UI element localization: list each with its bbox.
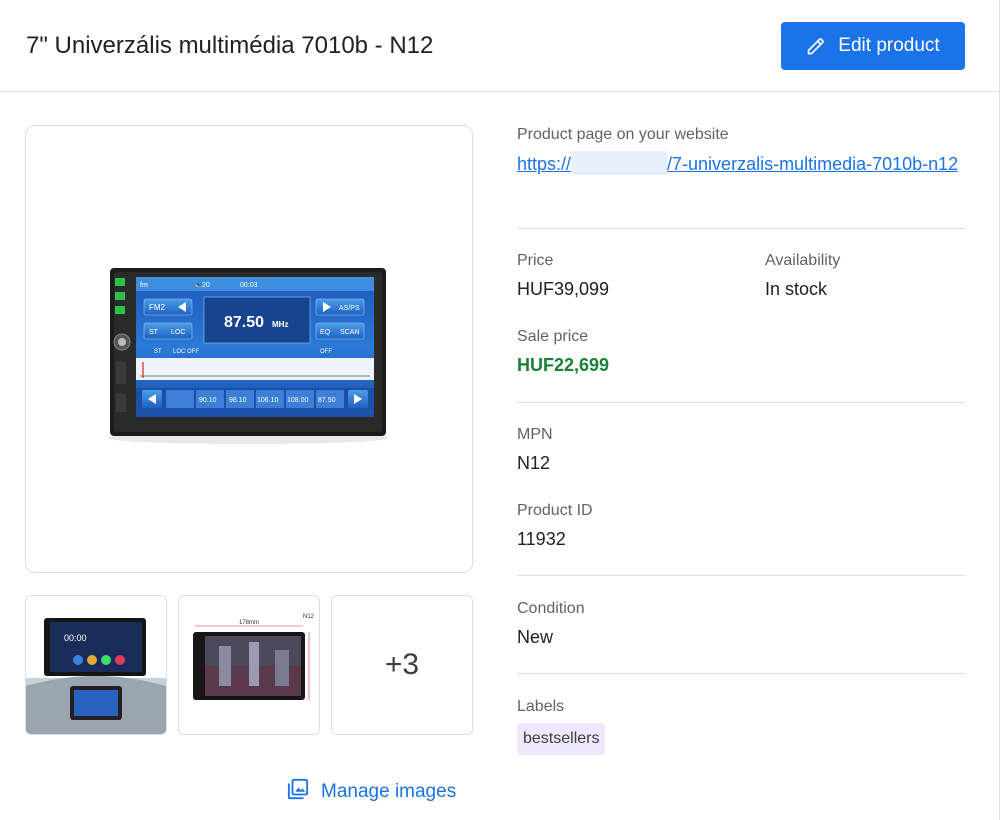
header: 7" Univerzális multimédia 7010b - N12 Ed… <box>0 0 999 92</box>
product-page-link[interactable]: https:// /7-univerzalis-multimedia-7010b-… <box>517 151 965 178</box>
svg-text:ST: ST <box>154 349 162 355</box>
price-value: HUF39,099 <box>517 279 610 299</box>
identifiers-section: MPN N12 Product ID 11932 <box>517 425 593 551</box>
device-band: FM2 <box>149 303 166 312</box>
product-details: Product page on your website https:// /7-… <box>517 125 965 178</box>
thumb-1-clock: 00:00 <box>64 633 87 643</box>
thumbnail-dashboard-image: 00:00 <box>26 596 166 734</box>
edit-product-button[interactable]: Edit product <box>781 22 965 70</box>
car-stereo-image: fm 🔈 20 00:03 FM2 ST LOC 87.50 MHz AS/PS… <box>108 268 388 444</box>
availability-label: Availability <box>765 252 841 269</box>
edit-product-label: Edit product <box>838 35 940 56</box>
price-section: Price HUF39,099 Availability In stock Sa… <box>517 251 1000 377</box>
device-frequency: 87.50 <box>224 314 264 331</box>
condition-label: Condition <box>517 600 585 617</box>
svg-text:AS/PS: AS/PS <box>339 305 360 312</box>
condition-section: Condition New <box>517 599 585 649</box>
device-preset-4: 108.00 <box>287 397 309 404</box>
pencil-icon <box>806 36 826 56</box>
labels-section: Labels bestsellers <box>517 697 606 755</box>
svg-text:EQ: EQ <box>320 329 331 336</box>
condition-value: New <box>517 627 554 647</box>
photo-library-icon <box>287 778 309 806</box>
more-images-tile[interactable]: +3 <box>331 595 473 735</box>
availability-value: In stock <box>765 279 828 299</box>
price-label: Price <box>517 252 554 269</box>
mpn-label: MPN <box>517 426 553 443</box>
svg-text:ST: ST <box>149 329 159 336</box>
device-clock: 00:03 <box>240 282 258 289</box>
svg-text:fm: fm <box>140 282 148 289</box>
device-preset-3: 106.10 <box>257 397 279 404</box>
thumbnail-dimensions-image: 178mm N12 <box>179 596 319 734</box>
divider <box>517 673 965 674</box>
label-badge: bestsellers <box>517 723 606 755</box>
more-images-count: +3 <box>384 648 420 681</box>
device-preset-5: 87.50 <box>318 397 336 404</box>
thumb-2-badge: N12 <box>303 614 315 620</box>
redacted-domain <box>571 151 668 175</box>
url-prefix: https:// <box>517 154 572 174</box>
manage-images-link[interactable]: Manage images <box>287 778 456 806</box>
sale-price-label: Sale price <box>517 328 589 345</box>
url-suffix: /7-univerzalis-multimedia-7010b-n12 <box>667 154 959 174</box>
labels-label: Labels <box>517 698 565 715</box>
page-title: 7" Univerzális multimédia 7010b - N12 <box>26 32 434 59</box>
device-unit: MHz <box>272 320 288 329</box>
device-volume: 20 <box>202 282 210 289</box>
thumbnail-1[interactable]: 00:00 <box>25 595 167 735</box>
product-page-label: Product page on your website <box>517 126 729 143</box>
thumbnail-2[interactable]: 178mm N12 <box>178 595 320 735</box>
svg-text:LOC OFF: LOC OFF <box>173 349 199 355</box>
product-details-page: 7" Univerzális multimédia 7010b - N12 Ed… <box>0 0 1000 820</box>
divider <box>517 575 965 576</box>
manage-images-label: Manage images <box>321 781 457 802</box>
thumb-2-dimension: 178mm <box>239 620 259 626</box>
mpn-value: N12 <box>517 453 551 473</box>
divider <box>517 402 965 403</box>
sale-price-value: HUF22,699 <box>517 355 610 375</box>
divider <box>517 228 965 229</box>
product-id-label: Product ID <box>517 502 593 519</box>
main-product-image[interactable]: fm 🔈 20 00:03 FM2 ST LOC 87.50 MHz AS/PS… <box>25 125 473 573</box>
svg-text:SCAN: SCAN <box>340 329 359 336</box>
device-preset-1: 90.10 <box>199 397 217 404</box>
svg-text:OFF: OFF <box>320 349 332 355</box>
device-preset-2: 98.10 <box>229 397 247 404</box>
product-id-value: 11932 <box>517 529 566 549</box>
svg-text:LOC: LOC <box>171 329 185 336</box>
